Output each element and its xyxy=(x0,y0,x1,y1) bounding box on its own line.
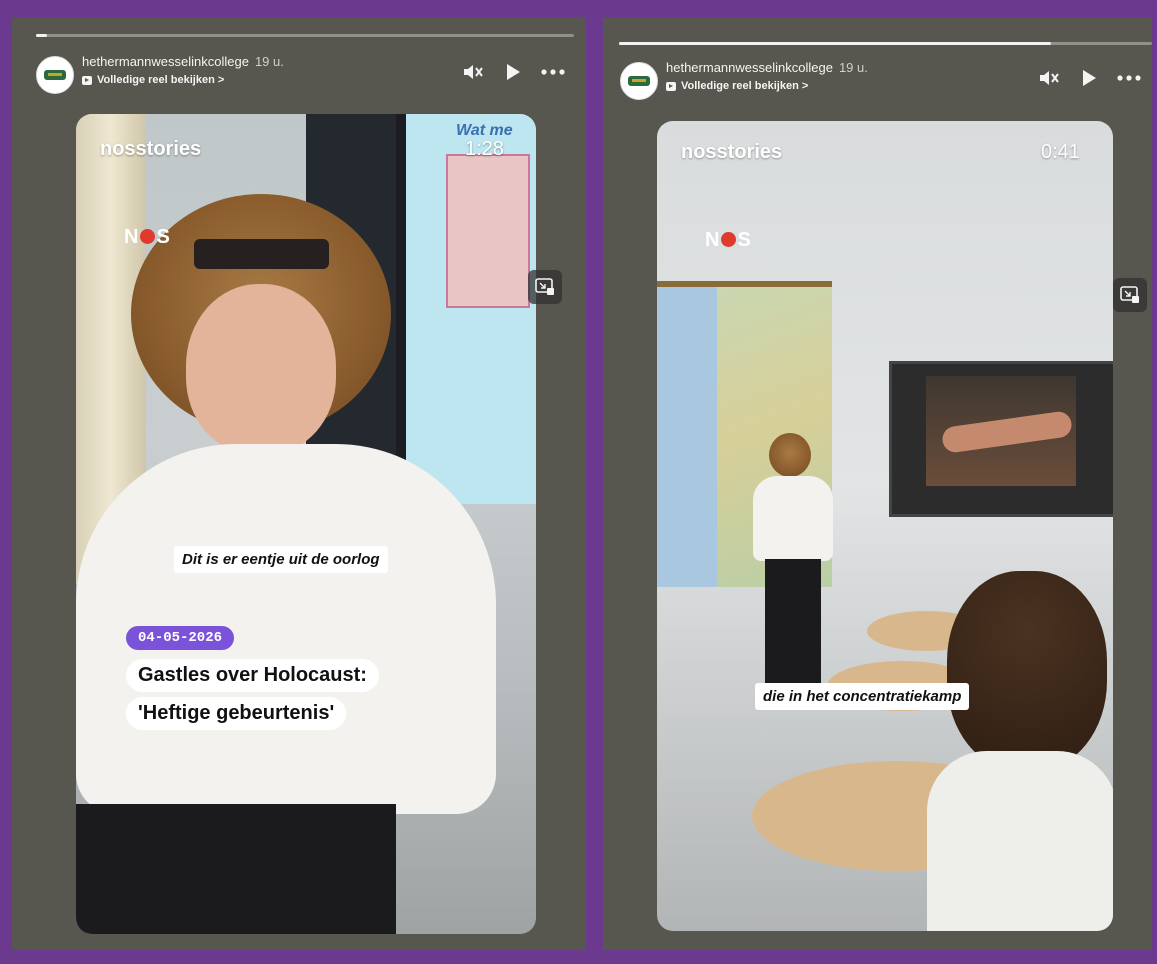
story-progress-fill xyxy=(36,34,47,37)
nosstories-brand: nosstories xyxy=(100,138,202,160)
student-back xyxy=(927,571,1113,931)
presenter-hair xyxy=(769,433,811,477)
subtitle-caption: die in het concentratiekamp xyxy=(755,683,970,710)
story-progress-bar xyxy=(619,42,1152,45)
story-header: hethermannwesselinkcollege 19 u. Volledig… xyxy=(620,58,1142,102)
story-progress-bar xyxy=(36,34,574,37)
teacher-glasses xyxy=(194,239,329,269)
reel-video-right[interactable]: nosstories 0:41 NS die in het concentrat… xyxy=(657,121,1113,931)
play-icon xyxy=(507,64,520,80)
nos-logo-s: S xyxy=(737,229,752,251)
story-header: hethermannwesselinkcollege 19 u. Volledig… xyxy=(36,52,566,96)
teacher-face xyxy=(186,284,336,454)
story-panel-left: hethermannwesselinkcollege 19 u. Volledig… xyxy=(12,18,586,950)
mute-button[interactable] xyxy=(460,60,486,84)
story-progress-fill xyxy=(619,42,1051,45)
headline-line-1: Gastles over Holocaust: xyxy=(126,659,379,692)
teacher-pants xyxy=(76,804,396,934)
whiteboard: Wat me xyxy=(396,114,536,504)
more-icon xyxy=(541,69,565,75)
account-avatar[interactable] xyxy=(620,62,658,100)
more-icon xyxy=(1117,75,1141,81)
student-head xyxy=(947,571,1107,771)
mute-icon xyxy=(1040,71,1059,85)
story-panel-right: hethermannwesselinkcollege 19 u. Volledig… xyxy=(603,18,1152,950)
nos-logo: NS xyxy=(124,226,171,249)
nos-logo: NS xyxy=(705,229,752,252)
mute-button[interactable] xyxy=(1036,66,1062,90)
account-name[interactable]: hethermannwesselinkcollege xyxy=(82,54,249,69)
view-full-reel-link[interactable]: Volledige reel bekijken > xyxy=(82,74,224,86)
nos-logo-n: N xyxy=(705,229,721,251)
view-full-reel-label: Volledige reel bekijken > xyxy=(97,74,225,86)
headline-line-2: 'Heftige gebeurtenis' xyxy=(126,697,347,730)
date-badge: 04-05-2026 xyxy=(126,626,235,650)
board-paper xyxy=(446,154,530,308)
play-button[interactable] xyxy=(1076,66,1102,90)
nos-logo-o xyxy=(721,232,737,247)
reel-video-left[interactable]: Wat me nosstories 1:28 NS Dit is er eent… xyxy=(76,114,536,934)
more-options-button[interactable] xyxy=(540,60,566,84)
post-time: 19 u. xyxy=(838,60,868,75)
presenter-shirt xyxy=(753,476,833,561)
reel-icon xyxy=(666,81,676,91)
college-logo xyxy=(628,76,650,86)
nos-logo-o xyxy=(140,229,156,244)
reel-icon xyxy=(82,75,92,85)
college-logo xyxy=(44,70,66,80)
account-avatar[interactable] xyxy=(36,56,74,94)
play-icon xyxy=(1083,70,1096,86)
view-full-reel-link[interactable]: Volledige reel bekijken > xyxy=(666,80,808,92)
view-full-reel-label: Volledige reel bekijken > xyxy=(681,80,809,92)
account-name[interactable]: hethermannwesselinkcollege xyxy=(666,60,833,75)
more-options-button[interactable] xyxy=(1116,66,1142,90)
account-line: hethermannwesselinkcollege 19 u. xyxy=(666,60,868,75)
video-timer: 0:41 xyxy=(1041,141,1080,163)
post-time: 19 u. xyxy=(254,54,284,69)
pip-icon xyxy=(1120,286,1139,303)
classroom-screen xyxy=(889,361,1113,517)
pip-icon xyxy=(535,278,554,295)
mute-icon xyxy=(464,65,483,79)
subtitle-caption: Dit is er eentje uit de oorlog xyxy=(174,546,388,573)
picture-in-picture-button[interactable] xyxy=(1113,278,1147,312)
story-controls xyxy=(1036,66,1142,90)
play-button[interactable] xyxy=(500,60,526,84)
nosstories-brand: nosstories xyxy=(681,141,783,163)
student-shirt xyxy=(927,751,1113,931)
nos-logo-n: N xyxy=(124,226,140,248)
picture-in-picture-button[interactable] xyxy=(528,270,562,304)
account-line: hethermannwesselinkcollege 19 u. xyxy=(82,54,284,69)
story-controls xyxy=(460,60,566,84)
map-sea xyxy=(657,287,717,587)
nos-logo-s: S xyxy=(156,226,171,248)
video-timer: 1:28 xyxy=(465,138,504,160)
